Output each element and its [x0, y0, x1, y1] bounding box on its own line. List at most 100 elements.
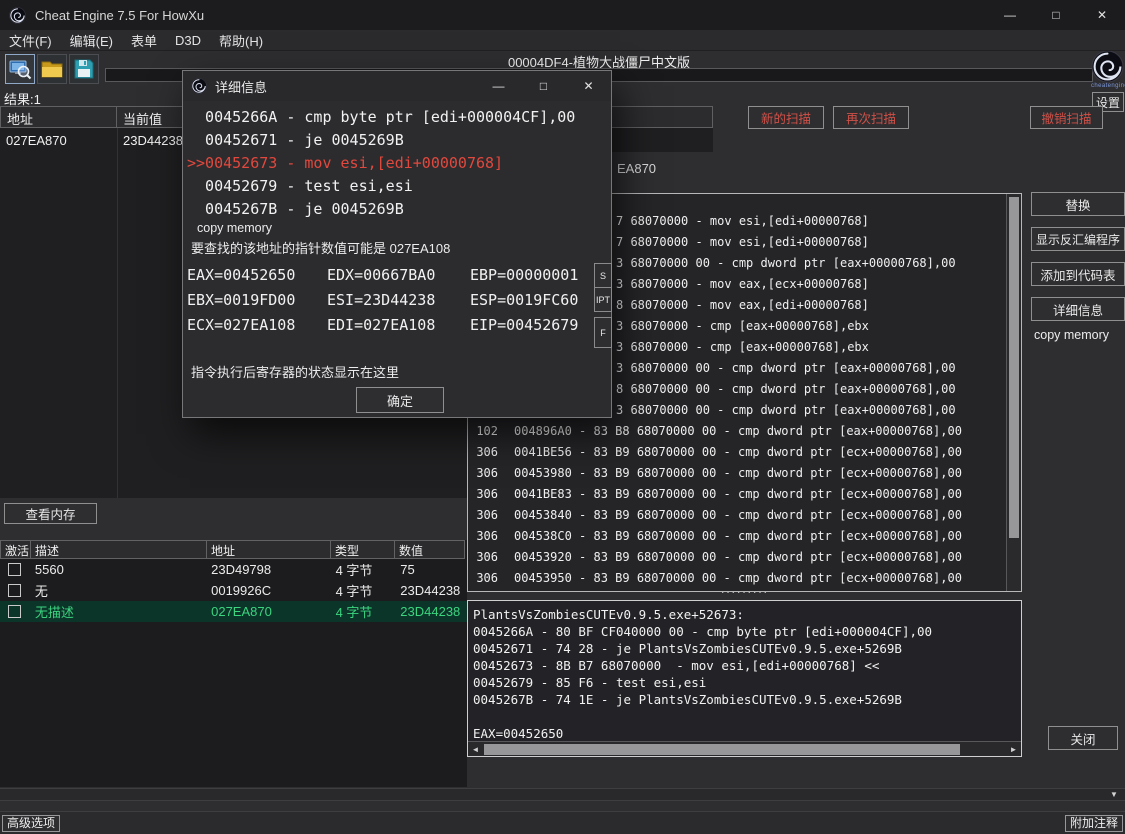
- activate-checkbox[interactable]: [0, 563, 31, 576]
- opcode-row[interactable]: 306 004538C0 - 83 B9 68070000 00 - cmp d…: [468, 525, 1021, 546]
- register-value: ESI=23D44238: [327, 291, 470, 310]
- detail-info-dialog: 详细信息 — □ ✕ 0045266A - cmp byte ptr [edi+…: [182, 70, 612, 418]
- opcode-row[interactable]: 102 004896A0 - 83 B8 68070000 00 - cmp d…: [468, 420, 1021, 441]
- cheat-table-row[interactable]: 无 0019926C 4 字节 23D44238: [0, 580, 467, 601]
- disassembly-line: 00452671 - je 0045269B: [183, 129, 611, 152]
- entry-type: 4 字节: [332, 581, 397, 600]
- opcode-row[interactable]: 306 0041BE83 - 83 B9 68070000 00 - cmp d…: [468, 483, 1021, 504]
- close-opcode-window-button[interactable]: 关闭: [1048, 726, 1118, 750]
- dialog-side-button[interactable]: S: [594, 263, 612, 288]
- attach-comment-button[interactable]: 附加注释: [1065, 815, 1123, 832]
- dialog-close-button[interactable]: ✕: [566, 71, 611, 101]
- scroll-right-button[interactable]: ►: [1006, 742, 1021, 757]
- entry-type: 4 字节: [332, 560, 397, 579]
- add-to-codelist-button[interactable]: 添加到代码表: [1031, 262, 1125, 286]
- opcode-access-count: 306: [468, 508, 498, 522]
- scroll-left-button[interactable]: ◄: [468, 742, 483, 757]
- register-value: EDI=027EA108: [327, 316, 470, 335]
- status-bar: 高级选项 附加注释: [0, 811, 1125, 834]
- entry-description: 无: [31, 581, 207, 600]
- menu-item[interactable]: 编辑(E): [61, 31, 122, 50]
- opcode-full-rows: 102 004896A0 - 83 B8 68070000 00 - cmp d…: [468, 420, 1021, 588]
- detail-line: 0045267B - 74 1E - je PlantsVsZombiesCUT…: [473, 691, 1021, 708]
- scrollbar-track[interactable]: [483, 742, 1006, 757]
- copy-memory-button[interactable]: copy memory: [1034, 328, 1109, 342]
- scroll-down-button[interactable]: ▼: [1106, 789, 1122, 800]
- entry-value: 23D44238: [396, 583, 467, 598]
- entry-address: 0019926C: [207, 583, 331, 598]
- view-memory-button[interactable]: 查看内存: [4, 503, 97, 524]
- column-header-type: 类型: [330, 540, 395, 559]
- dialog-titlebar[interactable]: 详细信息 — □ ✕: [183, 71, 611, 101]
- ok-button[interactable]: 确定: [356, 387, 444, 413]
- scrollbar-thumb[interactable]: [484, 744, 960, 755]
- new-scan-button[interactable]: 新的扫描: [748, 106, 824, 129]
- cheat-engine-logo[interactable]: [1091, 50, 1124, 83]
- replace-button[interactable]: 替换: [1031, 192, 1125, 216]
- opcode-row[interactable]: 306 00453980 - 83 B9 68070000 00 - cmp d…: [468, 462, 1021, 483]
- opcode-row[interactable]: 306 0041BE56 - 83 B9 68070000 00 - cmp d…: [468, 441, 1021, 462]
- detail-line: 00452679 - 85 F6 - test esi,esi: [473, 674, 1021, 691]
- dialog-controls: — □ ✕: [476, 71, 611, 101]
- horizontal-scrollbar[interactable]: ▼: [0, 788, 1125, 801]
- show-disassembler-button[interactable]: 显示反汇编程序: [1031, 227, 1125, 251]
- more-info-button[interactable]: 详细信息: [1031, 297, 1125, 321]
- detail-horizontal-scrollbar[interactable]: ◄ ►: [468, 741, 1021, 756]
- opcode-instruction: 0041BE56 - 83 B9 68070000 00 - cmp dword…: [514, 445, 962, 459]
- cheat-table-row[interactable]: 5560 23D49798 4 字节 75: [0, 559, 467, 580]
- disassembly-line: 0045266A - cmp byte ptr [edi+000004CF],0…: [183, 106, 611, 129]
- register-value: EBP=00000001: [470, 266, 610, 285]
- opcode-instruction: 00453950 - 83 B9 68070000 00 - cmp dword…: [514, 571, 962, 585]
- opcode-detail-panel[interactable]: PlantsVsZombiesCUTEv0.9.5.exe+52673:0045…: [467, 600, 1022, 757]
- menu-item[interactable]: D3D: [166, 33, 210, 48]
- cheat-table-header: 激活 描述 地址 类型 数值: [0, 540, 467, 559]
- minimize-button[interactable]: —: [987, 0, 1033, 30]
- dialog-minimize-button[interactable]: —: [476, 71, 521, 101]
- column-divider: [117, 128, 118, 498]
- menu-item[interactable]: 表单: [122, 31, 166, 50]
- column-header-address: 地址: [0, 106, 117, 128]
- cheat-engine-window: Cheat Engine 7.5 For HowXu — □ ✕ 文件(F)编辑…: [0, 0, 1125, 834]
- detail-lines: PlantsVsZombiesCUTEv0.9.5.exe+52673:0045…: [468, 601, 1021, 742]
- entry-description: 无描述: [31, 602, 207, 621]
- disassembly-lines: 0045266A - cmp byte ptr [edi+000004CF],0…: [183, 106, 611, 221]
- close-button[interactable]: ✕: [1079, 0, 1125, 30]
- splitter-handle[interactable]: ·········: [467, 584, 1022, 599]
- maximize-button[interactable]: □: [1033, 0, 1079, 30]
- opcode-access-count: 102: [468, 424, 498, 438]
- scrollbar-thumb[interactable]: [1009, 197, 1019, 538]
- column-header-value: 数值: [394, 540, 465, 559]
- undo-scan-button[interactable]: 撤销扫描: [1030, 106, 1103, 129]
- window-controls: — □ ✕: [987, 0, 1125, 30]
- opcode-instruction: 00453980 - 83 B9 68070000 00 - cmp dword…: [514, 466, 962, 480]
- open-table-button[interactable]: [37, 54, 67, 84]
- entry-address: 23D49798: [207, 562, 331, 577]
- activate-checkbox[interactable]: [0, 584, 31, 597]
- menu-item[interactable]: 文件(F): [0, 31, 61, 50]
- entry-type: 4 字节: [332, 602, 397, 621]
- dialog-side-button[interactable]: F: [594, 317, 612, 348]
- dialog-side-button[interactable]: IPT: [594, 287, 612, 312]
- save-table-button[interactable]: [69, 54, 99, 84]
- register-value: EBX=0019FD00: [187, 291, 327, 310]
- menu-item[interactable]: 帮助(H): [210, 31, 272, 50]
- activate-checkbox[interactable]: [0, 605, 31, 618]
- cheat-table-row[interactable]: 无描述 027EA870 4 字节 23D44238: [0, 601, 467, 622]
- opcode-row[interactable]: 306 00453920 - 83 B9 68070000 00 - cmp d…: [468, 546, 1021, 567]
- detail-line: EAX=00452650: [473, 725, 1021, 742]
- opcode-window-title-fragment: EA870: [617, 161, 656, 176]
- copy-memory-button[interactable]: copy memory: [183, 221, 611, 236]
- disassembly-line: >>00452673 - mov esi,[edi+00000768]: [183, 152, 611, 175]
- register-value: EAX=00452650: [187, 266, 327, 285]
- select-process-button[interactable]: [5, 54, 35, 84]
- advanced-options-button[interactable]: 高级选项: [2, 815, 60, 832]
- dialog-maximize-button[interactable]: □: [521, 71, 566, 101]
- logo-caption: cheatengine: [1091, 83, 1124, 89]
- opcode-row[interactable]: 306 00453840 - 83 B9 68070000 00 - cmp d…: [468, 504, 1021, 525]
- checkbox-box: [8, 563, 21, 576]
- next-scan-button[interactable]: 再次扫描: [833, 106, 909, 129]
- cheat-table-rows: 5560 23D49798 4 字节 75 无 0019926C 4 字节 23…: [0, 559, 467, 622]
- entry-address: 027EA870: [207, 604, 331, 619]
- register-value: EDX=00667BA0: [327, 266, 470, 285]
- opcode-list-scrollbar[interactable]: [1006, 194, 1021, 591]
